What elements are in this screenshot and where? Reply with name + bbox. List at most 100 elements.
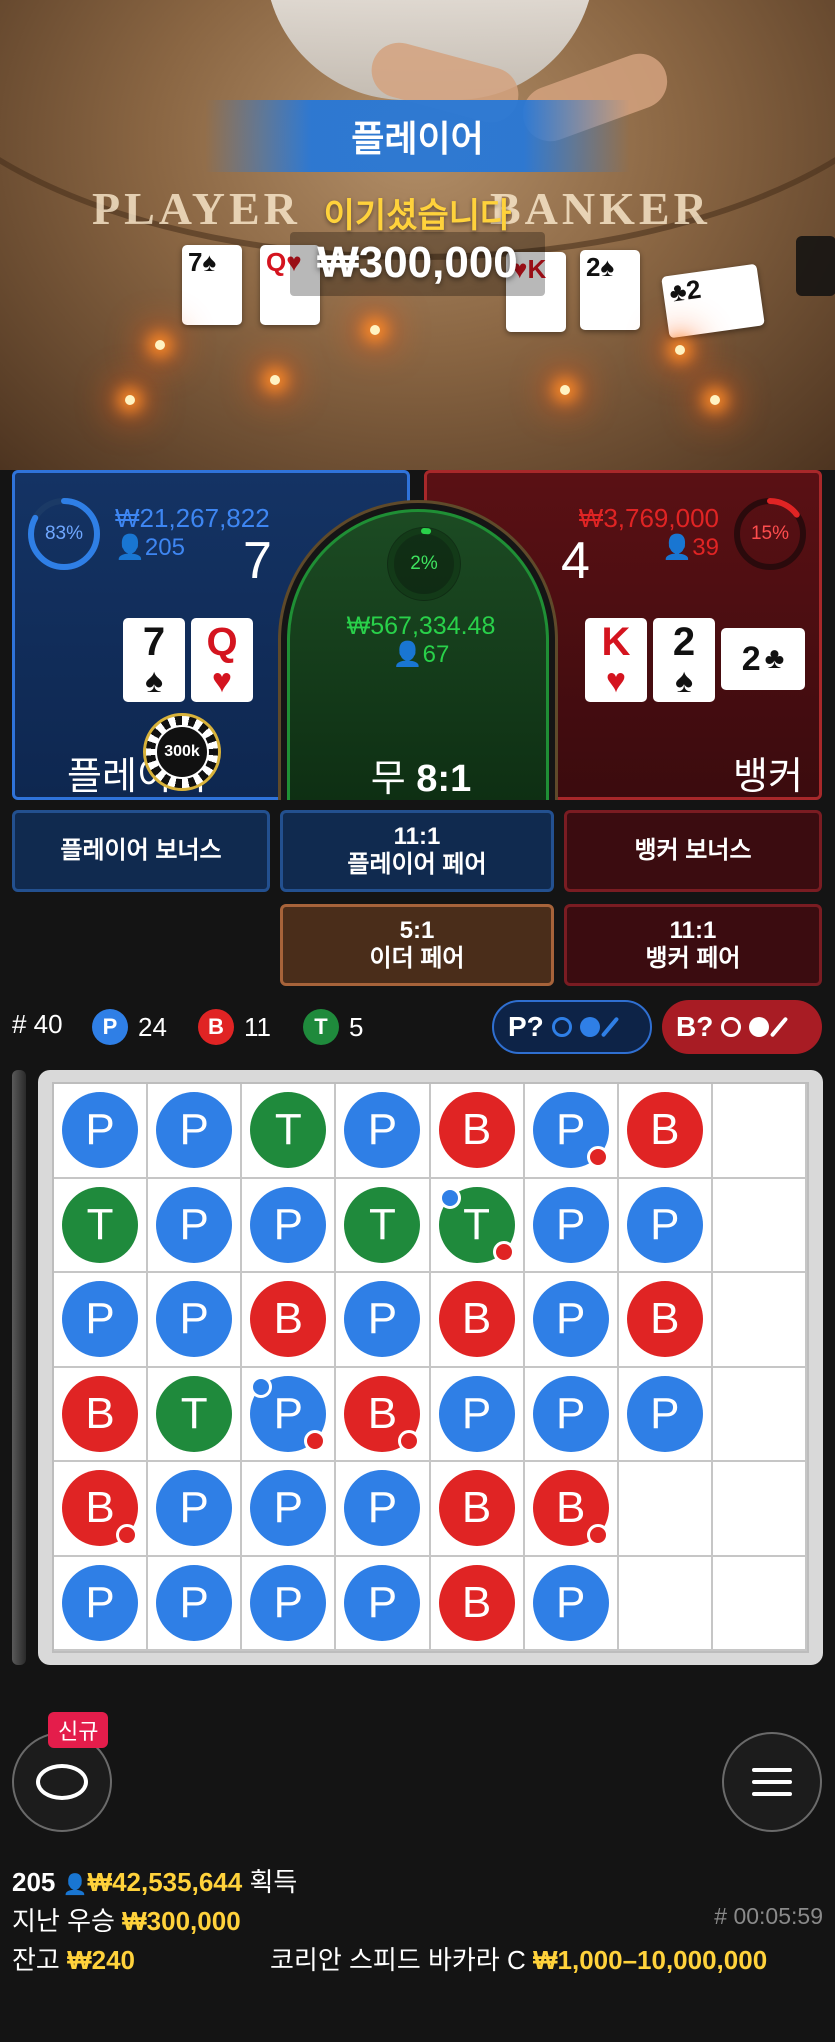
sparkle	[270, 375, 280, 385]
road-cell	[618, 1556, 713, 1651]
bead-road[interactable]: PPTPBPBTPPTTPPPPBPBPBBTPBPPPBPPPBBPPPPBP	[12, 1070, 823, 1665]
road-cell: T	[430, 1178, 525, 1273]
banker-bonus-button[interactable]: 뱅커 보너스	[564, 810, 822, 892]
road-cell: P	[336, 1273, 431, 1368]
road-cell: P	[336, 1462, 431, 1557]
tie-bet-spot-inner: 2% ₩567,334.48 👤67 무 8:1	[287, 509, 549, 800]
banker-label: 뱅커	[733, 756, 803, 798]
big-eye-icon	[551, 1017, 572, 1037]
small-road-icon	[749, 1017, 770, 1037]
banker-card: K ♥	[585, 618, 647, 702]
bead-banker: B	[62, 1375, 139, 1452]
banker-percent-ring: 15%	[733, 497, 807, 571]
road-cell: P	[148, 1084, 243, 1179]
player-percent: 83%	[44, 523, 84, 544]
bead-road-grid: PPTPBPBTPPTTPPPPBPBPBBTPBPPPBPPPBBPPPPBP	[52, 1082, 809, 1653]
bead-player: P	[250, 1470, 327, 1547]
bead-tie: T	[250, 1092, 327, 1169]
bead-player: P	[626, 1186, 703, 1263]
bead-player: P	[532, 1186, 609, 1263]
banker-ask-button[interactable]: B?	[662, 1000, 822, 1054]
road-cell: T	[54, 1178, 149, 1273]
road-cell: P	[54, 1084, 149, 1179]
chat-icon	[36, 1764, 88, 1800]
bead-player: P	[344, 1470, 421, 1547]
banker-pair-marker	[492, 1240, 515, 1263]
banker-pair-marker	[586, 1146, 609, 1169]
bet-chip[interactable]: 300k	[143, 713, 221, 791]
road-cell	[712, 1367, 807, 1462]
bead-banker: B	[344, 1375, 421, 1452]
road-cell	[712, 1273, 807, 1368]
road-cell: P	[54, 1273, 149, 1368]
sparkle	[560, 385, 570, 395]
total-rounds: # 40	[12, 1009, 63, 1039]
road-cell	[712, 1178, 807, 1273]
sparkle	[675, 345, 685, 355]
banker-pair-marker	[304, 1429, 327, 1452]
tie-total-bet: ₩567,334.48	[346, 612, 496, 640]
live-video: PLAYER BANKER 7♠ Q♥ ♥K 2♠ ♣2 플레이어 이기셨습니다…	[0, 0, 835, 470]
road-cell: P	[524, 1084, 619, 1179]
bead-player: P	[62, 1092, 139, 1169]
player-bonus-button[interactable]: 플레이어 보너스	[12, 810, 270, 892]
player-pair-button[interactable]: 11:1 플레이어 페어	[280, 810, 554, 892]
road-cell: P	[242, 1178, 337, 1273]
bead-banker: B	[532, 1470, 609, 1547]
road-cell: B	[618, 1084, 713, 1179]
road-cell: B	[242, 1273, 337, 1368]
table-info-row[interactable]: 코리안 스피드 바카라 C ₩1,000–10,000,000	[270, 1940, 767, 1977]
banker-pair-button[interactable]: 11:1 뱅커 페어	[564, 904, 822, 986]
player-pair-marker	[438, 1186, 461, 1209]
road-cell	[712, 1556, 807, 1651]
win-amount: ₩300,000	[317, 238, 518, 287]
round-id: # 00:05:59	[714, 1903, 823, 1929]
banker-score: 4	[561, 532, 590, 590]
big-eye-icon	[721, 1017, 742, 1037]
person-icon: 👤	[392, 641, 423, 668]
road-cell: P	[524, 1556, 619, 1651]
tie-wins-stat: T 5	[303, 1009, 363, 1045]
cockroach-icon	[770, 1016, 789, 1038]
bead-player: P	[626, 1375, 703, 1452]
bead-road-board: PPTPBPBTPPTTPPPPBPBPBBTPBPPPBPPPBBPPPPBP	[38, 1070, 823, 1665]
bead-player: P	[62, 1564, 139, 1641]
player-card: Q ♥	[191, 618, 253, 702]
game-screen: PLAYER BANKER 7♠ Q♥ ♥K 2♠ ♣2 플레이어 이기셨습니다…	[0, 0, 835, 2042]
road-cell: P	[618, 1178, 713, 1273]
bead-player: P	[62, 1281, 139, 1358]
road-cell: P	[430, 1367, 525, 1462]
tie-bet-spot[interactable]: 2% ₩567,334.48 👤67 무 8:1	[278, 500, 558, 800]
total-winnings-row: 205 👤₩42,535,644 획득	[12, 1867, 298, 1897]
sparkle	[125, 395, 135, 405]
tie-percent: 2%	[410, 553, 438, 574]
bead-player: P	[156, 1186, 233, 1263]
bead-banker: B	[438, 1092, 515, 1169]
road-scroll-handle[interactable]	[12, 1070, 26, 1665]
sparkle	[155, 340, 165, 350]
sparkle	[370, 325, 380, 335]
player-ask-button[interactable]: P?	[492, 1000, 652, 1054]
menu-button[interactable]	[722, 1732, 822, 1832]
road-cell: P	[54, 1556, 149, 1651]
banker-third-card: 2 ♣	[721, 628, 805, 690]
banker-pair-marker	[398, 1429, 421, 1452]
road-cell: B	[430, 1084, 525, 1179]
road-cell: T	[336, 1178, 431, 1273]
person-icon: 👤	[62, 1874, 88, 1896]
player-total-bet: ₩21,267,822	[115, 503, 270, 533]
last-win-row: 지난 우승 ₩300,000	[12, 1906, 241, 1936]
tie-percent-ring: 2%	[387, 527, 461, 601]
balance-row: 잔고 ₩240	[12, 1945, 135, 1975]
road-cell: B	[54, 1462, 149, 1557]
bead-player: P	[344, 1564, 421, 1641]
road-cell: P	[336, 1084, 431, 1179]
bead-player: P	[532, 1375, 609, 1452]
banker-pair-marker	[586, 1524, 609, 1547]
bead-player: P	[250, 1375, 327, 1452]
road-cell: B	[336, 1367, 431, 1462]
bead-player: P	[344, 1092, 421, 1169]
road-cell: B	[430, 1462, 525, 1557]
either-pair-button[interactable]: 5:1 이더 페어	[280, 904, 554, 986]
road-cell: P	[242, 1556, 337, 1651]
